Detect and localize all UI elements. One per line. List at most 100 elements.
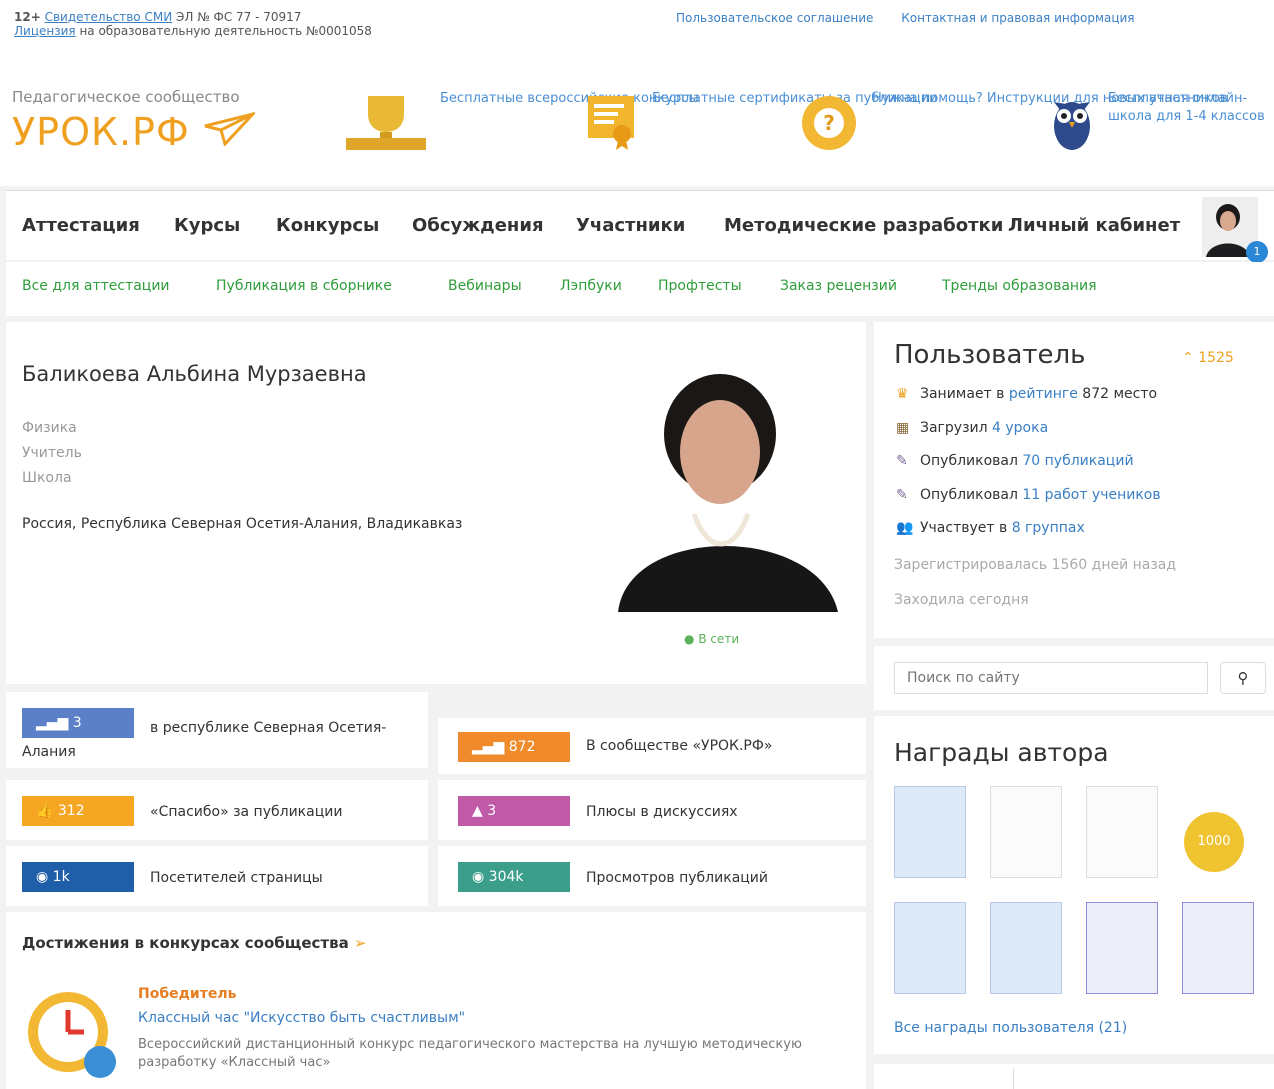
- user-agreement-link[interactable]: Пользовательское соглашение: [676, 11, 873, 25]
- stat-pluses-badge: ▲ 3: [458, 796, 570, 826]
- site-header: 12+ Свидетельство СМИ ЭЛ № ФС 77 - 70917…: [0, 0, 1274, 186]
- award-certificate[interactable]: [990, 786, 1062, 878]
- profile-subject: Физика: [22, 420, 77, 436]
- owl-icon: [1046, 90, 1098, 154]
- search-button[interactable]: ⚲: [1220, 662, 1266, 694]
- achievement-link[interactable]: Классный час "Искусство быть счастливым": [138, 1010, 465, 1026]
- profile-position: Учитель: [22, 445, 82, 461]
- chevron-up-icon: ⌃: [1182, 350, 1199, 366]
- user-row-groups: 👥 Участвует в 8 группах: [896, 520, 1085, 536]
- pen-icon: ✎: [896, 453, 908, 469]
- certificate-icon: [586, 94, 636, 152]
- profile-name: Баликоева Альбина Мурзаевна: [22, 362, 367, 386]
- brand-logo[interactable]: УРОК.РФ: [12, 110, 258, 154]
- box-icon: ▦: [896, 420, 910, 436]
- eye-icon: ◉: [36, 869, 53, 885]
- stat-visitors-label: Посетителей страницы: [150, 870, 323, 886]
- award-diploma[interactable]: [990, 902, 1062, 994]
- rating-link[interactable]: рейтинге: [1009, 386, 1078, 402]
- last-seen-info: Заходила сегодня: [894, 592, 1029, 608]
- header-links: Пользовательское соглашение Контактная и…: [676, 11, 1135, 25]
- promo-school[interactable]: Бесплатная онлайн-школа для 1-4 классов: [1108, 90, 1274, 126]
- achievements-section: Достижения в конкурсах сообщества ➢ Побе…: [6, 912, 866, 1089]
- paper-plane-icon: ➢: [353, 934, 367, 952]
- user-row-rating-post: 872 место: [1077, 386, 1158, 402]
- profile-photo: [608, 354, 844, 612]
- subnav-webinars[interactable]: Вебинары: [448, 278, 522, 294]
- smi-link[interactable]: Свидетельство СМИ: [45, 10, 173, 24]
- subnav-lapbooks[interactable]: Лэпбуки: [560, 278, 622, 294]
- user-row-groups-pre: Участвует в: [920, 520, 1012, 536]
- user-row-rating-pre: Занимает в: [920, 386, 1009, 402]
- paper-plane-icon: [204, 111, 258, 147]
- svg-text:?: ?: [823, 111, 835, 135]
- stat-community-rank-value: 872: [508, 739, 536, 755]
- nav-cabinet[interactable]: Личный кабинет: [1008, 215, 1180, 236]
- user-row-student-works: ✎ Опубликовал 11 работ учеников: [896, 487, 1161, 503]
- group-icon: 👥: [896, 520, 914, 536]
- registered-info: Зарегистрировалась 1560 дней назад: [894, 557, 1177, 573]
- sidebar-tab[interactable]: [874, 1068, 1014, 1089]
- stat-region-rank-label: в республике Северная Осетия-Алания: [22, 720, 387, 760]
- search-panel: ⚲: [874, 646, 1274, 710]
- stat-thanks: 👍 312 «Спасибо» за публикации: [6, 780, 428, 840]
- stat-community-rank-label: В сообществе «УРОК.РФ»: [586, 738, 773, 754]
- stat-thanks-value: 312: [57, 803, 85, 819]
- subnav-reviews[interactable]: Заказ рецензий: [780, 278, 897, 294]
- stat-pluses-label: Плюсы в дискуссиях: [586, 804, 738, 820]
- subnav-publication[interactable]: Публикация в сборнике: [216, 278, 392, 294]
- search-input[interactable]: [894, 662, 1208, 694]
- groups-link[interactable]: 8 группах: [1012, 520, 1085, 536]
- help-lifebuoy-icon: ?: [800, 94, 858, 152]
- stat-visitors: ◉ 1k Посетителей страницы: [6, 846, 428, 906]
- sub-nav: Все для аттестации Публикация в сборнике…: [6, 262, 1274, 316]
- notification-badge[interactable]: 1: [1246, 241, 1268, 263]
- stat-thanks-badge: 👍 312: [22, 796, 134, 826]
- subnav-proftests[interactable]: Профтесты: [658, 278, 742, 294]
- nav-discussions[interactable]: Обсуждения: [412, 215, 544, 236]
- publications-link[interactable]: 70 публикаций: [1022, 453, 1133, 469]
- nav-methodical[interactable]: Методические разработки: [724, 215, 1003, 236]
- all-awards-link[interactable]: Все награды пользователя (21): [894, 1020, 1127, 1036]
- subnav-attestation[interactable]: Все для аттестации: [22, 278, 170, 294]
- award-diploma[interactable]: [894, 902, 966, 994]
- achievement-description: Всероссийский дистанционный конкурс педа…: [138, 1037, 802, 1070]
- profile-card: Баликоева Альбина Мурзаевна Физика Учите…: [6, 322, 866, 684]
- stat-views-badge: ◉ 304k: [458, 862, 570, 892]
- stat-pluses: ▲ 3 Плюсы в дискуссиях: [438, 780, 866, 840]
- award-certificate[interactable]: [894, 786, 966, 878]
- achievement-status: Победитель: [138, 986, 237, 1002]
- trophy-icon: [344, 92, 428, 152]
- stat-visitors-value: 1k: [52, 869, 70, 885]
- user-stats-panel: Пользователь ⌃ 1525: [874, 322, 1274, 638]
- bar-chart-icon: ▂▄▆: [472, 739, 509, 755]
- nav-participants[interactable]: Участники: [576, 215, 685, 236]
- profile-school: Школа: [22, 470, 72, 486]
- nav-attestation[interactable]: Аттестация: [22, 215, 140, 236]
- license-link[interactable]: Лицензия: [14, 24, 76, 38]
- contact-info-link[interactable]: Контактная и правовая информация: [901, 11, 1134, 25]
- lessons-link[interactable]: 4 урока: [992, 420, 1048, 436]
- stat-pluses-value: 3: [487, 803, 497, 819]
- pen-icon: ✎: [896, 487, 908, 503]
- stat-visitors-badge: ◉ 1k: [22, 862, 134, 892]
- subnav-trends[interactable]: Тренды образования: [942, 278, 1097, 294]
- user-score: ⌃ 1525: [1182, 350, 1234, 366]
- age-rating: 12+: [14, 10, 41, 24]
- header-legal: 12+ Свидетельство СМИ ЭЛ № ФС 77 - 70917…: [14, 10, 372, 38]
- alarm-clock-icon: [22, 982, 122, 1082]
- stat-thanks-label: «Спасибо» за публикации: [150, 804, 343, 820]
- nav-courses[interactable]: Курсы: [174, 215, 240, 236]
- chevron-up-icon: ▲: [472, 803, 488, 819]
- nav-contests[interactable]: Конкурсы: [276, 215, 379, 236]
- award-certificate[interactable]: [1182, 902, 1254, 994]
- user-row-student-works-pre: Опубликовал: [920, 487, 1023, 503]
- stat-community-rank-badge: ▂▄▆ 872: [458, 732, 570, 762]
- award-medal-icon[interactable]: 1000: [1184, 812, 1244, 872]
- main-nav: Аттестация Курсы Конкурсы Обсуждения Уча…: [6, 190, 1274, 263]
- stat-region-rank: ▂▄▆ 3 в республике Северная Осетия-Алани…: [6, 692, 428, 768]
- award-certificate[interactable]: [1086, 786, 1158, 878]
- user-row-lessons-pre: Загрузил: [920, 420, 993, 436]
- award-certificate[interactable]: [1086, 902, 1158, 994]
- student-works-link[interactable]: 11 работ учеников: [1022, 487, 1160, 503]
